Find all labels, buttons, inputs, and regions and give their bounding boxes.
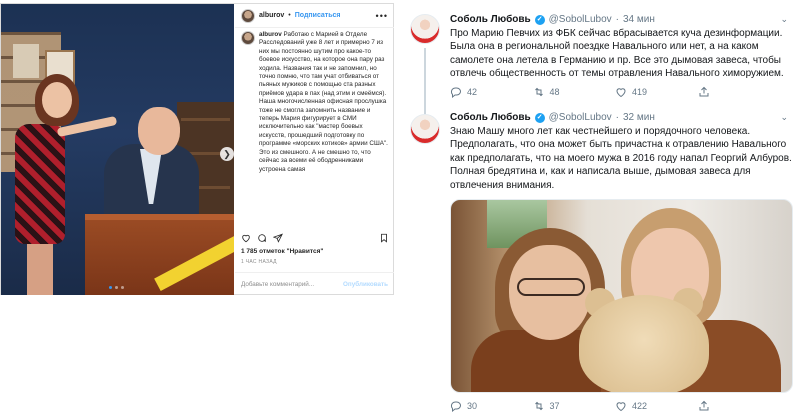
separator-dot: · bbox=[615, 14, 619, 25]
post-time: 1 ЧАС НАЗАД bbox=[241, 259, 277, 265]
retweet-button[interactable]: 37 bbox=[533, 400, 616, 412]
tweet-header: Соболь Любовь ✓ @SobolLubov · 34 мин bbox=[450, 14, 655, 25]
like-button[interactable]: 422 bbox=[615, 400, 698, 412]
likes-count[interactable]: 1 785 отметок "Нравится" bbox=[241, 248, 323, 255]
tweet-text: Знаю Машу много лет как честнейшего и по… bbox=[450, 126, 792, 191]
verified-badge-icon: ✓ bbox=[534, 14, 545, 25]
like-button[interactable]: 419 bbox=[615, 86, 698, 98]
comment-icon[interactable] bbox=[257, 233, 267, 243]
retweet-count: 48 bbox=[549, 87, 560, 97]
tweet-photo[interactable] bbox=[450, 199, 793, 393]
bookmark-icon[interactable] bbox=[379, 233, 389, 243]
carousel-dot bbox=[109, 286, 112, 289]
avatar[interactable] bbox=[241, 31, 255, 45]
twitter-thread: Соболь Любовь ✓ @SobolLubov · 34 мин ⌄ П… bbox=[397, 0, 800, 417]
follow-button[interactable]: Подписаться bbox=[295, 12, 341, 19]
caption-body: Работаю с Марией в Отделе Расследований … bbox=[259, 31, 388, 173]
tweet[interactable]: Соболь Любовь ✓ @SobolLubov · 34 мин ⌄ П… bbox=[397, 14, 800, 114]
carousel-dot bbox=[121, 286, 124, 289]
photo-glasses bbox=[517, 278, 585, 296]
photo-woman-face bbox=[42, 82, 72, 118]
tweet-time[interactable]: 32 мин bbox=[623, 112, 655, 123]
author-handle[interactable]: @SobolLubov bbox=[549, 112, 612, 123]
share-button[interactable] bbox=[698, 86, 781, 98]
carousel-dots bbox=[109, 286, 124, 289]
chevron-right-icon[interactable]: ❯ bbox=[220, 147, 234, 161]
reply-button[interactable]: 30 bbox=[450, 400, 533, 412]
reply-icon bbox=[450, 401, 461, 412]
photo-woman-legs bbox=[27, 242, 53, 295]
share-icon bbox=[699, 400, 708, 411]
photo-man-head bbox=[138, 107, 180, 155]
comment-input[interactable]: Добавьте комментарий... bbox=[241, 281, 314, 288]
tweet-time[interactable]: 34 мин bbox=[623, 14, 655, 25]
caption-text: alburov Работаю с Марией в Отделе Рассле… bbox=[259, 31, 391, 218]
post-sidebar: alburov • Подписаться ••• alburov Работа… bbox=[235, 4, 394, 295]
heart-icon[interactable] bbox=[241, 233, 251, 243]
avatar[interactable] bbox=[241, 8, 255, 23]
share-button[interactable] bbox=[698, 400, 781, 412]
retweet-icon bbox=[534, 401, 543, 411]
tweet-text: Про Марию Певчих из ФБК сейчас вбрасывае… bbox=[450, 28, 784, 80]
caption-author[interactable]: alburov bbox=[259, 31, 282, 38]
like-count: 422 bbox=[632, 401, 648, 411]
tweet[interactable]: Соболь Любовь ✓ @SobolLubov · 32 мин ⌄ З… bbox=[397, 112, 800, 417]
tweet-actions: 42 48 419 bbox=[450, 86, 780, 98]
publish-button[interactable]: Опубликовать bbox=[343, 281, 388, 288]
post-header: alburov • Подписаться ••• bbox=[235, 4, 394, 28]
reply-icon bbox=[450, 87, 461, 98]
separator-dot: • bbox=[288, 12, 291, 19]
instagram-post: ❯ alburov • Подписаться ••• alburov Рабо… bbox=[0, 3, 394, 295]
photo-poster bbox=[13, 44, 39, 78]
share-icon bbox=[699, 86, 708, 97]
tweet-actions: 30 37 422 bbox=[450, 400, 780, 412]
avatar[interactable] bbox=[410, 114, 440, 144]
like-icon bbox=[616, 88, 626, 98]
carousel-dot bbox=[115, 286, 118, 289]
like-count: 419 bbox=[632, 87, 648, 97]
caption-block: alburov Работаю с Марией в Отделе Рассле… bbox=[241, 31, 391, 218]
tweet-header: Соболь Любовь ✓ @SobolLubov · 32 мин bbox=[450, 112, 655, 123]
photo-teddy-bear bbox=[579, 295, 709, 392]
author-name[interactable]: Соболь Любовь bbox=[450, 112, 531, 123]
author-name[interactable]: Соболь Любовь bbox=[450, 14, 531, 25]
retweet-button[interactable]: 48 bbox=[533, 86, 616, 98]
post-actions bbox=[241, 232, 389, 244]
reply-count: 30 bbox=[467, 401, 478, 411]
reply-count: 42 bbox=[467, 87, 478, 97]
like-icon bbox=[616, 402, 626, 412]
more-options-icon[interactable]: ••• bbox=[376, 11, 388, 21]
share-icon[interactable] bbox=[273, 233, 283, 243]
retweet-count: 37 bbox=[549, 401, 560, 411]
author-handle[interactable]: @SobolLubov bbox=[549, 14, 612, 25]
comment-bar: Добавьте комментарий... Опубликовать bbox=[235, 272, 394, 295]
photo-woman-dress bbox=[15, 124, 65, 244]
chevron-down-icon[interactable]: ⌄ bbox=[780, 14, 788, 25]
post-photo[interactable]: ❯ bbox=[1, 4, 234, 295]
separator-dot: · bbox=[615, 112, 619, 123]
avatar[interactable] bbox=[410, 14, 440, 44]
retweet-icon bbox=[534, 87, 543, 97]
username-link[interactable]: alburov bbox=[259, 12, 284, 19]
verified-badge-icon: ✓ bbox=[534, 112, 545, 123]
chevron-down-icon[interactable]: ⌄ bbox=[780, 112, 788, 123]
reply-button[interactable]: 42 bbox=[450, 86, 533, 98]
thread-line bbox=[424, 48, 426, 114]
